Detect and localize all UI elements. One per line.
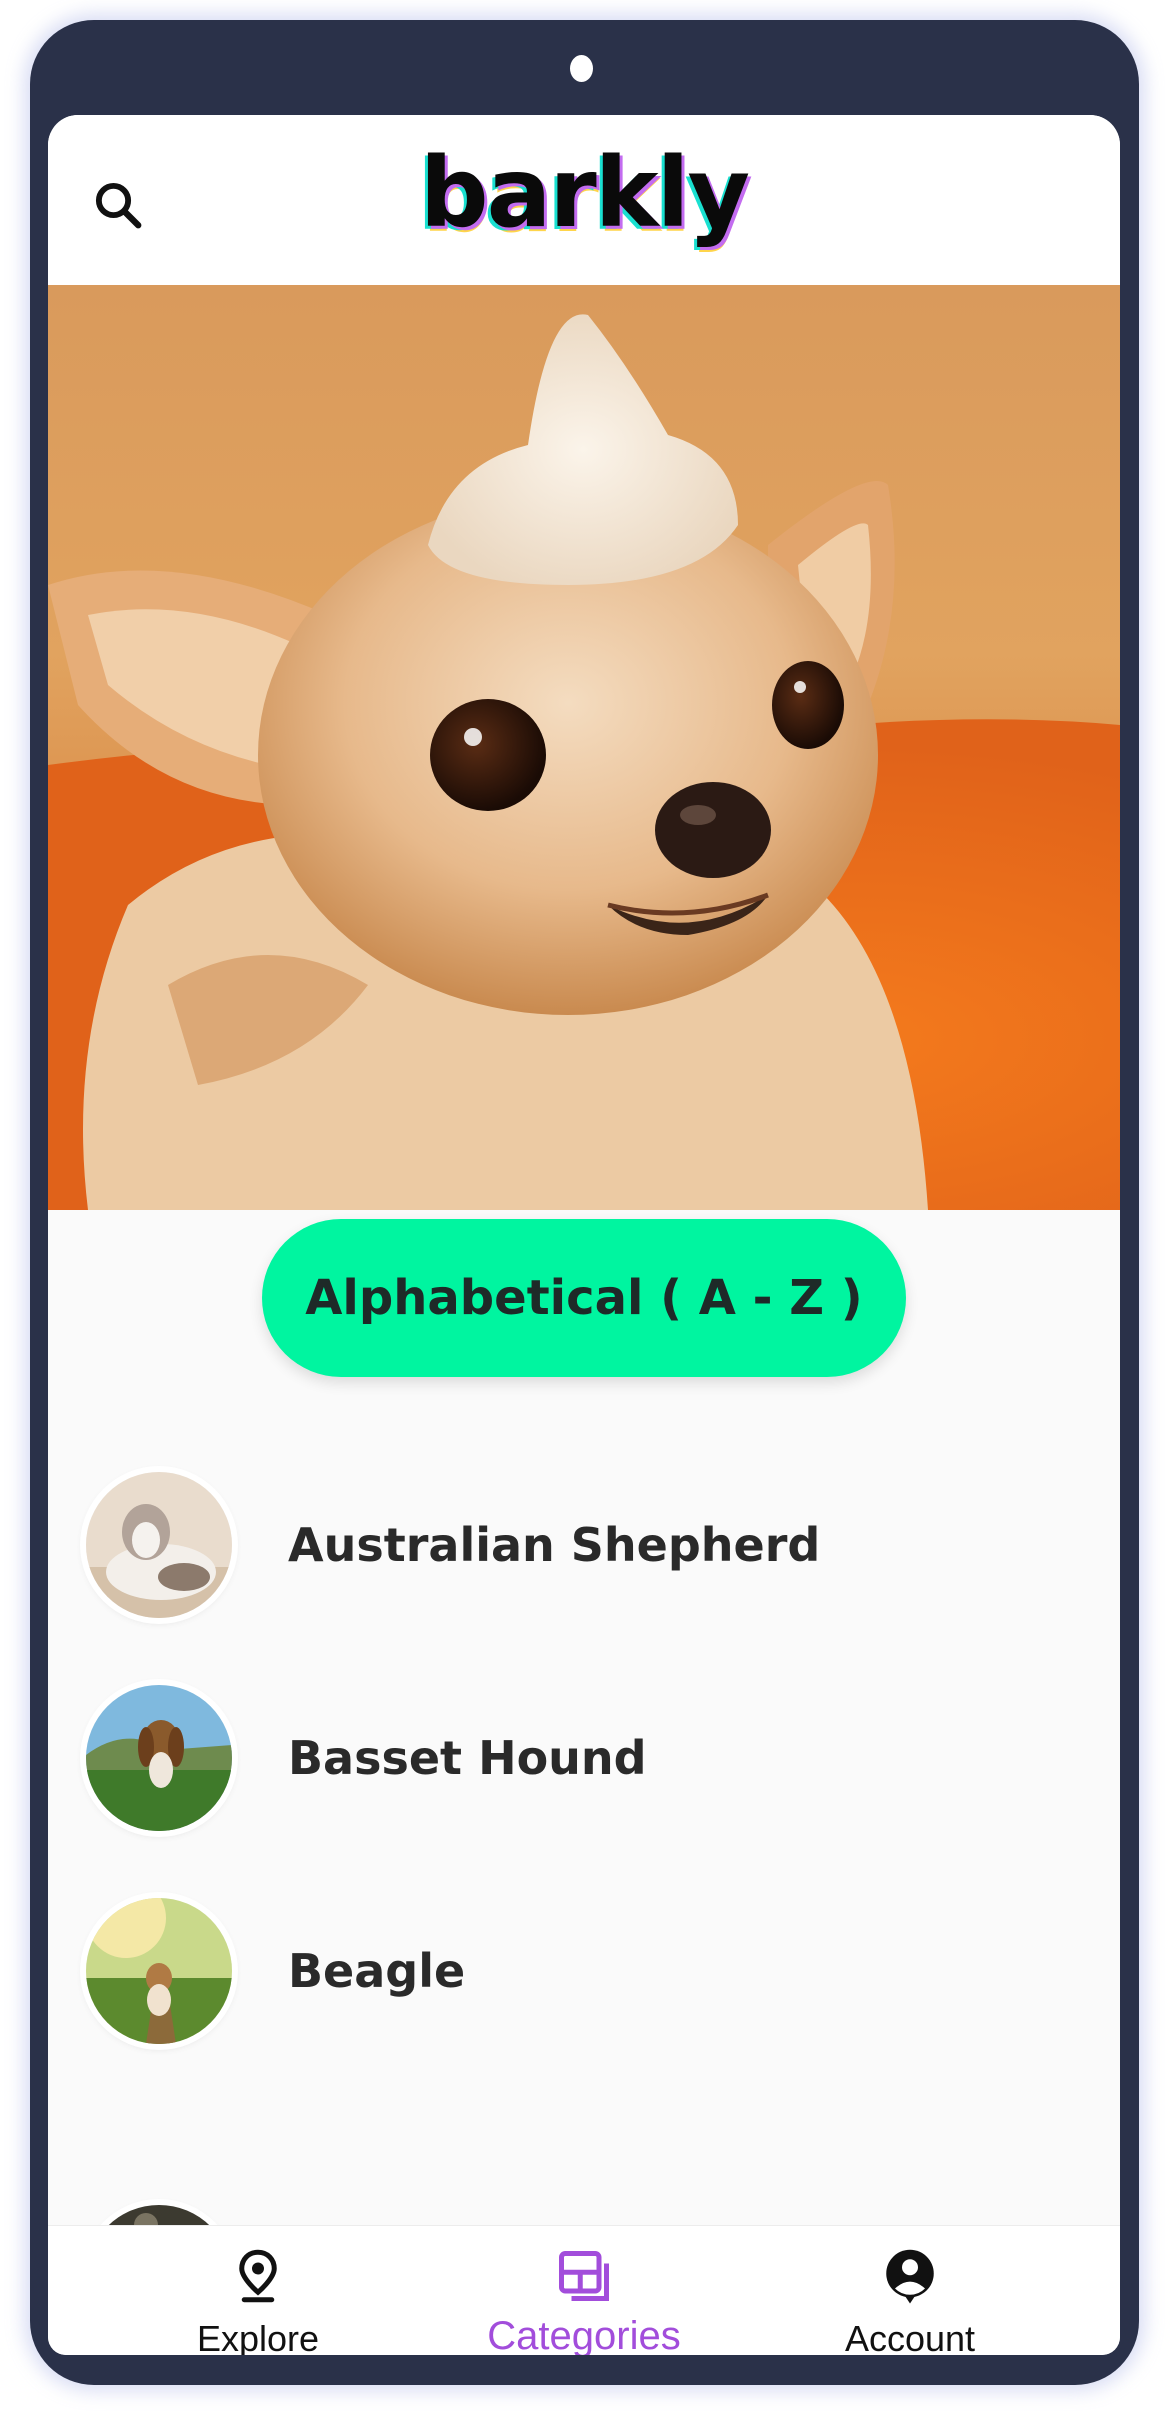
nav-label-account: Account <box>844 2318 976 2355</box>
categories-icon <box>559 2251 609 2301</box>
account-icon <box>886 2249 934 2304</box>
list-item[interactable]: Australian Shepherd <box>48 1455 1120 1635</box>
breed-name: Basset Hound <box>288 1731 647 1785</box>
list-item[interactable]: Basset Hound <box>48 1668 1120 1848</box>
list-item[interactable]: Beagle <box>48 1881 1120 2061</box>
breed-avatar <box>86 1472 232 1618</box>
hero-image <box>48 285 1120 1210</box>
camera-dot <box>570 55 593 82</box>
phone-frame: barkly Alphabetical (A - Z) Australian… <box>30 20 1139 2385</box>
nav-label-categories: Categories <box>487 2314 681 2355</box>
location-pin-icon <box>239 2249 277 2303</box>
bottom-navigation: Explore Categories Account <box>48 2225 1120 2355</box>
nav-explore[interactable]: Explore <box>108 2226 408 2355</box>
breed-avatar <box>86 1898 232 2044</box>
app-header: barkly <box>48 115 1120 285</box>
breed-name: Australian Shepherd <box>288 1518 821 1572</box>
chihuahua-photo <box>48 285 1120 1210</box>
sort-alphabetical-button[interactable]: Alphabetical ( A - Z ) <box>262 1219 906 1377</box>
nav-account[interactable]: Account <box>760 2226 1060 2355</box>
app-logo: barkly <box>419 137 750 249</box>
sort-button-label: Alphabetical ( A - Z ) <box>305 1270 863 1326</box>
nav-categories[interactable]: Categories <box>434 2226 734 2355</box>
breed-name: Beagle <box>288 1944 466 1998</box>
app-screen: barkly Alphabetical (A - Z) Australian… <box>48 115 1120 2355</box>
nav-label-explore: Explore <box>196 2318 320 2355</box>
breed-avatar <box>86 1685 232 1831</box>
